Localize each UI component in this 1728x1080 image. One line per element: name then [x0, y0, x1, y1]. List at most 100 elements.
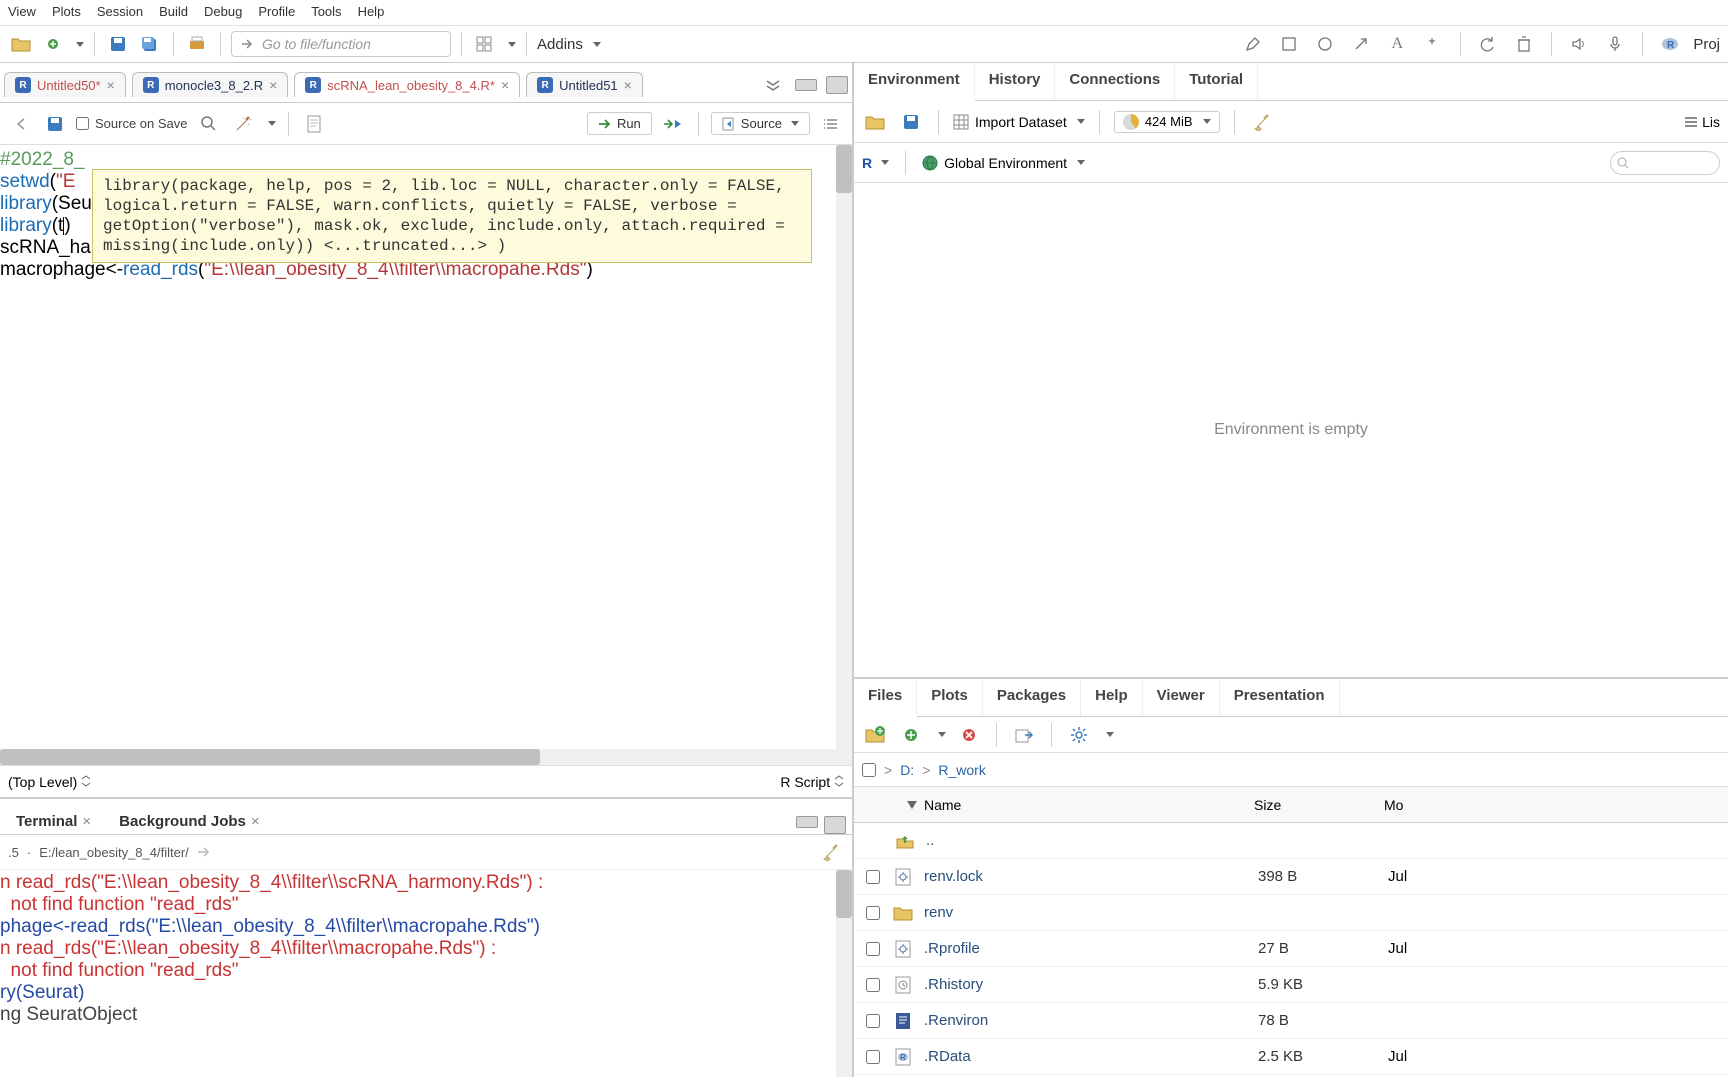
editor-tab[interactable]: RUntitled51×: [526, 72, 643, 97]
file-row-updir[interactable]: ..: [854, 823, 1728, 859]
broom-icon[interactable]: [1249, 109, 1275, 135]
close-icon[interactable]: ×: [269, 77, 277, 93]
close-icon[interactable]: ×: [251, 813, 260, 830]
file-row[interactable]: renv.lock 398 B Jul: [854, 859, 1728, 895]
tab-background-jobs[interactable]: Background Jobs ×: [109, 809, 269, 834]
pane-minimize-button[interactable]: [795, 79, 817, 91]
file-checkbox[interactable]: [866, 1050, 880, 1064]
menu-tools[interactable]: Tools: [311, 4, 341, 19]
menu-view[interactable]: View: [8, 4, 36, 19]
dropdown-caret-icon[interactable]: [268, 121, 276, 126]
open-folder-icon[interactable]: [862, 109, 888, 135]
arrow-forward-icon[interactable]: [197, 846, 211, 858]
text-icon[interactable]: A: [1384, 31, 1410, 57]
gear-icon[interactable]: [1066, 722, 1092, 748]
vertical-scrollbar[interactable]: [836, 145, 852, 749]
rerun-icon[interactable]: [660, 111, 686, 137]
more-tabs-button[interactable]: [760, 72, 786, 98]
magic-icon[interactable]: [1420, 31, 1446, 57]
close-icon[interactable]: ×: [107, 77, 115, 93]
save-all-icon[interactable]: [137, 31, 163, 57]
print-icon[interactable]: [184, 31, 210, 57]
column-name[interactable]: Name: [854, 797, 1254, 813]
file-checkbox[interactable]: [866, 906, 880, 920]
file-row[interactable]: .Rprofile 27 B Jul: [854, 931, 1728, 967]
menu-build[interactable]: Build: [159, 4, 188, 19]
close-icon[interactable]: ×: [624, 77, 632, 93]
save-icon[interactable]: [42, 111, 68, 137]
import-dataset-button[interactable]: Import Dataset: [953, 114, 1085, 130]
source-on-save-checkbox[interactable]: Source on Save: [76, 116, 188, 131]
new-folder-icon[interactable]: [862, 722, 888, 748]
tab-viewer[interactable]: Viewer: [1143, 679, 1220, 716]
broom-icon[interactable]: [818, 839, 844, 865]
tab-connections[interactable]: Connections: [1055, 63, 1175, 100]
addins-button[interactable]: Addins: [537, 36, 583, 53]
tab-history[interactable]: History: [975, 63, 1056, 100]
scope-selector[interactable]: (Top Level): [8, 774, 91, 790]
code-editor[interactable]: #2022_8_ setwd("E library(Seurat) librar…: [0, 145, 852, 749]
editor-tab[interactable]: RUntitled50*×: [4, 72, 126, 97]
tab-environment[interactable]: Environment: [854, 63, 975, 101]
wand-icon[interactable]: [230, 111, 256, 137]
delete-icon[interactable]: [956, 722, 982, 748]
mic-icon[interactable]: [1602, 31, 1628, 57]
language-selector[interactable]: R Script: [780, 774, 844, 790]
dropdown-caret-icon[interactable]: [938, 732, 946, 737]
tab-tutorial[interactable]: Tutorial: [1175, 63, 1258, 100]
list-view-button[interactable]: Lis: [1684, 114, 1720, 130]
grid-view-icon[interactable]: [472, 31, 498, 57]
menu-session[interactable]: Session: [97, 4, 143, 19]
dropdown-caret-icon[interactable]: [593, 42, 601, 47]
menu-profile[interactable]: Profile: [258, 4, 295, 19]
tab-help[interactable]: Help: [1081, 679, 1143, 716]
breadcrumb-root[interactable]: D:: [900, 762, 914, 778]
outline-icon[interactable]: [818, 111, 844, 137]
tab-terminal[interactable]: Terminal ×: [6, 809, 101, 834]
memory-indicator[interactable]: 424 MiB: [1114, 111, 1220, 133]
pane-maximize-button[interactable]: [826, 76, 848, 94]
new-file-icon[interactable]: [898, 722, 924, 748]
editor-tab[interactable]: Rmonocle3_8_2.R×: [132, 72, 288, 97]
export-icon[interactable]: [1011, 722, 1037, 748]
column-size[interactable]: Size: [1254, 797, 1384, 813]
dropdown-caret-icon[interactable]: [508, 42, 516, 47]
open-folder-icon[interactable]: [8, 31, 34, 57]
file-row[interactable]: .Rhistory 5.9 KB: [854, 967, 1728, 1003]
pane-maximize-button[interactable]: [824, 816, 846, 834]
file-checkbox[interactable]: [866, 1014, 880, 1028]
close-icon[interactable]: ×: [82, 813, 91, 830]
editor-tab[interactable]: RscRNA_lean_obesity_8_4.R*×: [294, 72, 520, 97]
env-search-input[interactable]: [1610, 151, 1720, 175]
speaker-icon[interactable]: [1566, 31, 1592, 57]
pencil-icon[interactable]: [1240, 31, 1266, 57]
file-checkbox[interactable]: [866, 978, 880, 992]
menu-help[interactable]: Help: [358, 4, 385, 19]
file-row[interactable]: R .RData 2.5 KB Jul: [854, 1039, 1728, 1075]
document-icon[interactable]: [301, 111, 327, 137]
arrow-icon[interactable]: [1348, 31, 1374, 57]
run-button[interactable]: Run: [587, 112, 652, 135]
file-row[interactable]: .Renviron 78 B: [854, 1003, 1728, 1039]
save-icon[interactable]: [898, 109, 924, 135]
save-icon[interactable]: [105, 31, 131, 57]
column-modified[interactable]: Mo: [1384, 797, 1403, 813]
back-icon[interactable]: [8, 111, 34, 137]
vertical-scrollbar[interactable]: [836, 870, 852, 1077]
pane-minimize-button[interactable]: [796, 816, 818, 828]
source-button[interactable]: Source: [711, 112, 810, 135]
file-row[interactable]: renv: [854, 895, 1728, 931]
tab-packages[interactable]: Packages: [983, 679, 1081, 716]
breadcrumb-folder[interactable]: R_work: [938, 762, 985, 778]
tab-presentation[interactable]: Presentation: [1220, 679, 1340, 716]
undo-icon[interactable]: [1475, 31, 1501, 57]
menu-plots[interactable]: Plots: [52, 4, 81, 19]
tab-plots[interactable]: Plots: [917, 679, 983, 716]
console-output[interactable]: n read_rds("E:\\lean_obesity_8_4\\filter…: [0, 870, 852, 1077]
tab-files[interactable]: Files: [854, 679, 917, 717]
project-label[interactable]: Proj: [1693, 36, 1720, 53]
menu-debug[interactable]: Debug: [204, 4, 242, 19]
global-env-selector[interactable]: Global Environment: [922, 155, 1085, 171]
close-icon[interactable]: ×: [501, 77, 509, 93]
dropdown-caret-icon[interactable]: [76, 42, 84, 47]
